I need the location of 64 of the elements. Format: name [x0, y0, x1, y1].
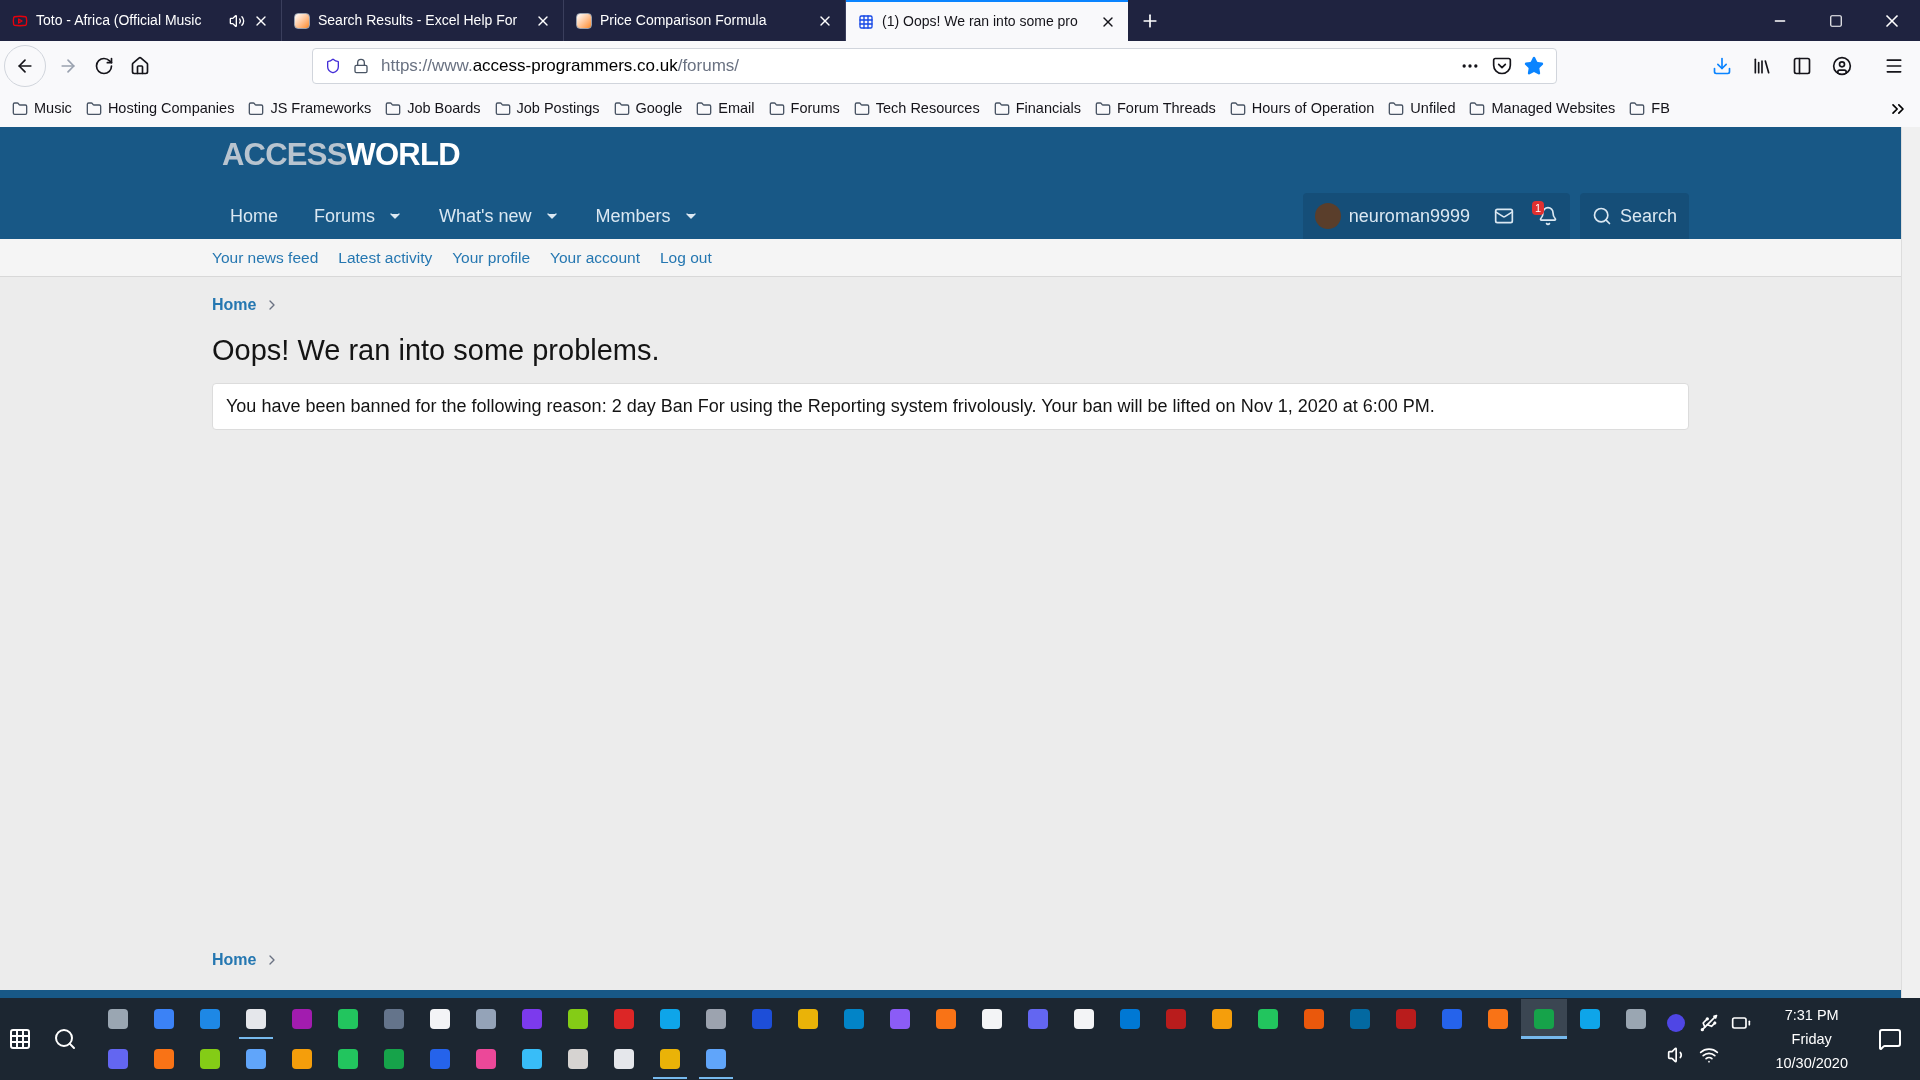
user-link[interactable]: neuroman9999 [1302, 193, 1482, 239]
clock[interactable]: 7:31 PM Friday 10/30/2020 [1763, 1003, 1860, 1075]
nav-label: Home [230, 204, 278, 228]
tab-title: (1) Oops! We ran into some pro [882, 12, 1079, 31]
page-heading: Oops! We ran into some problems. [212, 333, 661, 368]
bookmark-folder[interactable]: Managed Websites [1469, 98, 1616, 120]
bookmark-label: Job Boards [407, 99, 481, 119]
bookmark-folder[interactable]: Music [12, 98, 72, 120]
bookmark-folder[interactable]: Unfiled [1388, 98, 1456, 120]
tab-title: Toto - Africa (Official Music [36, 11, 203, 30]
bookmark-folder[interactable]: Google [613, 98, 683, 120]
bookmark-label: Music [34, 99, 72, 119]
clock-time: 7:31 PM [1784, 1006, 1839, 1025]
tab-title: Search Results - Excel Help For [318, 11, 519, 30]
site-logo[interactable]: ACCESSWORLD [222, 131, 460, 179]
clock-date: 10/30/2020 [1775, 1054, 1848, 1073]
alert-badge: 1 [1531, 201, 1545, 215]
bookmark-folder[interactable]: Hours of Operation [1229, 98, 1375, 120]
bookmark-folder[interactable]: Forums [768, 98, 840, 120]
nav-tab[interactable]: Home [212, 193, 296, 239]
bookmark-folder[interactable]: Forum Threads [1094, 98, 1216, 120]
ban-message: You have been banned for the following reason: 2 day Ban For using the Reporting system frivolously. Your ban will be lifted on Nov 1, 2020 at 6:00 PM. [212, 382, 1689, 430]
subnav-link[interactable]: Your profile [452, 245, 531, 270]
bookmark-label: Hosting Companies [107, 99, 235, 119]
nav-tab[interactable]: Members [577, 193, 717, 239]
bookmark-label: Forums [790, 99, 840, 119]
bookmark-folder[interactable]: Financials [993, 98, 1081, 120]
search-label: Search [1619, 204, 1677, 228]
clock-day: Friday [1791, 1027, 1832, 1051]
bookmark-folder[interactable]: JS Frameworks [248, 98, 372, 120]
breadcrumb-link[interactable]: Home [212, 293, 257, 317]
username: neuroman9999 [1348, 204, 1470, 228]
url-text: https://www.access-programmers.co.uk/forums/ [381, 55, 740, 78]
bookmark-label: Google [635, 99, 683, 119]
subnav-link[interactable]: Your account [550, 245, 640, 270]
bookmark-label: Email [718, 99, 755, 119]
bookmark-label: Job Postings [516, 99, 600, 119]
bookmark-folder[interactable]: Job Postings [494, 98, 600, 120]
bookmark-label: FB [1651, 99, 1670, 119]
bookmark-folder[interactable]: Job Boards [385, 98, 481, 120]
nav-tab[interactable]: What's new [421, 193, 578, 239]
bookmark-label: JS Frameworks [270, 99, 372, 119]
bookmark-label: Tech Resources [875, 99, 980, 119]
bookmark-label: Managed Websites [1491, 99, 1616, 119]
bookmark-label: Unfiled [1410, 99, 1456, 119]
nav-label: What's new [439, 204, 532, 228]
bookmark-folder[interactable]: FB [1629, 98, 1670, 120]
search-button[interactable]: Search [1579, 193, 1689, 239]
nav-label: Forums [314, 204, 376, 228]
subnav-link[interactable]: Log out [659, 245, 712, 270]
bookmark-label: Hours of Operation [1251, 99, 1375, 119]
subnav-link[interactable]: Your news feed [212, 245, 319, 270]
bookmark-label: Financials [1015, 99, 1081, 119]
browser-tab[interactable]: (1) Oops! We ran into some pro [846, 0, 1128, 41]
bookmark-folder[interactable]: Tech Resources [853, 98, 980, 120]
nav-label: Members [595, 204, 671, 228]
subnav-link[interactable]: Latest activity [338, 245, 433, 270]
address-field[interactable]: https://www.access-programmers.co.uk/forums/ [312, 48, 1557, 84]
tab-title: Price Comparison Formula [600, 11, 768, 30]
breadcrumb-link[interactable]: Home [212, 948, 257, 972]
bookmark-folder[interactable]: Email [696, 98, 755, 120]
nav-tab[interactable]: Forums [296, 193, 422, 239]
bookmark-folder[interactable]: Hosting Companies [85, 98, 235, 120]
bookmark-label: Forum Threads [1116, 99, 1216, 119]
